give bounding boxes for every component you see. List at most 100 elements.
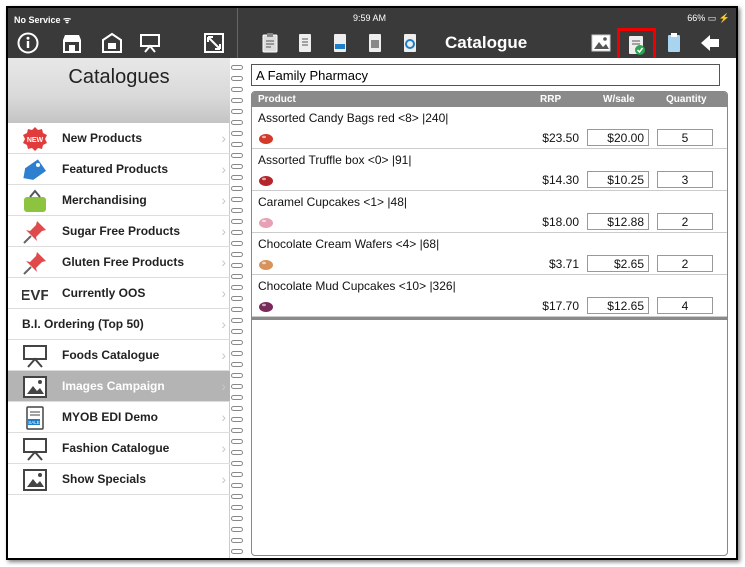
catalogue-item-foods-catalogue[interactable]: Foods Catalogue › <box>8 340 230 371</box>
spiral-ring <box>231 516 243 521</box>
catalogue-item-sugar-free-products[interactable]: Sugar Free Products › <box>8 216 230 247</box>
chevron-right-icon: › <box>221 130 226 146</box>
spiral-ring <box>231 98 243 103</box>
sync-icon[interactable] <box>398 31 422 55</box>
spiral-ring <box>231 450 243 455</box>
warehouse-icon[interactable] <box>100 31 124 55</box>
catalogue-item-fashion-catalogue[interactable]: Fashion Catalogue › <box>8 433 230 464</box>
topbar-divider <box>237 8 238 58</box>
chevron-right-icon: › <box>221 409 226 425</box>
catalogue-item-label: Featured Products <box>62 162 169 176</box>
spiral-ring <box>231 538 243 543</box>
spiral-ring <box>231 395 243 400</box>
app-window: No Service ᯤ 9:59 AM 66% ▭ ⚡ Catalogue C… <box>6 6 738 560</box>
catalogue-item-featured-products[interactable]: Featured Products › <box>8 154 230 185</box>
product-name: Assorted Truffle box <0> |91| <box>258 153 412 167</box>
wholesale-price-field[interactable]: $20.00 <box>587 129 649 146</box>
spiral-ring <box>231 164 243 169</box>
product-rrp: $14.30 <box>542 173 579 187</box>
quantity-field[interactable]: 4 <box>657 297 713 314</box>
product-thumbnail <box>258 215 274 229</box>
spiral-ring <box>231 142 243 147</box>
clipboard-icon[interactable] <box>662 31 686 55</box>
product-thumbnail <box>258 299 274 313</box>
product-rrp: $23.50 <box>542 131 579 145</box>
spiral-ring <box>231 549 243 554</box>
product-row[interactable]: Caramel Cupcakes <1> |48| $18.00 $12.88 2 <box>252 191 727 233</box>
print-icon[interactable] <box>363 31 387 55</box>
spiral-ring <box>231 428 243 433</box>
catalogue-item-myob-edi-demo[interactable]: SALE MYOB EDI Demo › <box>8 402 230 433</box>
chevron-right-icon: › <box>221 285 226 301</box>
catalogue-sidebar: Catalogues NEW New Products › Featured Prod… <box>8 58 230 558</box>
catalogue-item-label: Fashion Catalogue <box>62 441 170 455</box>
presentation-icon[interactable] <box>138 31 162 55</box>
chevron-right-icon: › <box>221 440 226 456</box>
chevron-right-icon: › <box>221 254 226 270</box>
image-icon <box>22 467 48 493</box>
presentation-board-icon <box>22 343 48 369</box>
spiral-ring <box>231 230 243 235</box>
presentation-board-icon <box>22 436 48 462</box>
quantity-field[interactable]: 2 <box>657 213 713 230</box>
catalogue-item-label: New Products <box>62 131 143 145</box>
resize-icon[interactable] <box>202 31 226 55</box>
spiral-ring <box>231 472 243 477</box>
spiral-ring <box>231 329 243 334</box>
store-icon[interactable] <box>60 31 84 55</box>
pushpin-icon <box>22 250 48 276</box>
catalogue-item-new-products[interactable]: NEW New Products › <box>8 123 230 154</box>
spiral-ring <box>231 263 243 268</box>
product-name: Chocolate Cream Wafers <4> |68| <box>258 237 440 251</box>
table-header: Product RRP W/sale Quantity <box>252 92 727 107</box>
spiral-ring <box>231 175 243 180</box>
product-rrp: $18.00 <box>542 215 579 229</box>
image-icon[interactable] <box>589 31 613 55</box>
catalogue-item-merchandising[interactable]: Merchandising › <box>8 185 230 216</box>
catalogue-item-label: Images Campaign <box>62 379 165 393</box>
spiral-binding <box>230 58 244 558</box>
product-rows: Assorted Candy Bags red <8> |240| $23.50 $… <box>252 107 727 317</box>
spiral-ring <box>231 494 243 499</box>
product-row[interactable]: Chocolate Cream Wafers <4> |68| $3.71 $2.6… <box>252 233 727 275</box>
document-icon[interactable] <box>293 31 317 55</box>
product-row[interactable]: Chocolate Mud Cupcakes <10> |326| $17.70 $… <box>252 275 727 317</box>
carrier-label: No Service ᯤ <box>14 15 72 25</box>
spiral-ring <box>231 87 243 92</box>
quantity-field[interactable]: 2 <box>657 255 713 272</box>
wholesale-price-field[interactable]: $12.65 <box>587 297 649 314</box>
product-thumbnail <box>258 173 274 187</box>
spiral-ring <box>231 153 243 158</box>
image-icon <box>22 374 48 400</box>
quantity-field[interactable]: 5 <box>657 129 713 146</box>
spiral-ring <box>231 252 243 257</box>
catalogue-item-show-specials[interactable]: Show Specials › <box>8 464 230 495</box>
info-icon[interactable] <box>16 31 40 55</box>
catalogue-item-gluten-free-products[interactable]: Gluten Free Products › <box>8 247 230 278</box>
new-badge-icon: NEW <box>22 126 48 152</box>
order-form-icon[interactable] <box>258 31 282 55</box>
catalogue-item-label: Sugar Free Products <box>62 224 181 238</box>
catalogue-item-currently-oos[interactable]: EVF Currently OOS › <box>8 278 230 309</box>
spiral-ring <box>231 373 243 378</box>
catalogue-list: NEW New Products › Featured Products › Mercha… <box>8 123 230 495</box>
table-divider <box>252 317 727 320</box>
spiral-ring <box>231 307 243 312</box>
wholesale-price-field[interactable]: $12.88 <box>587 213 649 230</box>
wholesale-price-field[interactable]: $10.25 <box>587 171 649 188</box>
chevron-right-icon: › <box>221 316 226 332</box>
catalogue-item-label: Currently OOS <box>62 286 146 300</box>
product-row[interactable]: Assorted Candy Bags red <8> |240| $23.50 $… <box>252 107 727 149</box>
sale-document-icon[interactable] <box>328 31 352 55</box>
catalogue-item-b-i-ordering-top-50[interactable]: B.I. Ordering (Top 50) › <box>8 309 230 340</box>
wholesale-price-field[interactable]: $2.65 <box>587 255 649 272</box>
catalogue-item-label: B.I. Ordering (Top 50) <box>22 317 144 331</box>
back-arrow-icon[interactable] <box>698 31 722 55</box>
catalogue-item-images-campaign[interactable]: Images Campaign › <box>8 371 230 402</box>
quantity-field[interactable]: 3 <box>657 171 713 188</box>
product-rrp: $3.71 <box>548 257 579 271</box>
product-row[interactable]: Assorted Truffle box <0> |91| $14.30 $10.2… <box>252 149 727 191</box>
chevron-right-icon: › <box>221 223 226 239</box>
spiral-ring <box>231 318 243 323</box>
customer-field[interactable]: A Family Pharmacy <box>251 64 720 86</box>
